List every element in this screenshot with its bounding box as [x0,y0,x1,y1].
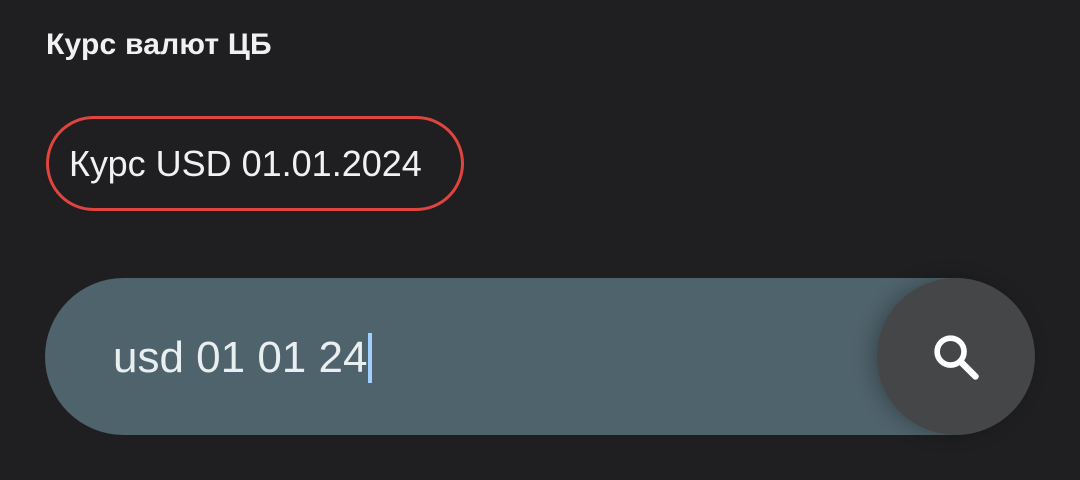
screen: Курс валют ЦБ Курс USD 01.01.2024 usd 01… [0,0,1080,480]
suggestion-chip[interactable]: Курс USD 01.01.2024 [46,116,464,211]
search-button[interactable] [877,278,1035,435]
suggestion-label: Курс USD 01.01.2024 [69,142,422,184]
text-cursor [368,333,373,383]
search-input[interactable]: usd 01 01 24 [113,330,373,386]
search-icon [934,334,979,380]
section-title: Курс валют ЦБ [46,28,272,61]
search-input-text: usd 01 01 24 [113,333,368,382]
